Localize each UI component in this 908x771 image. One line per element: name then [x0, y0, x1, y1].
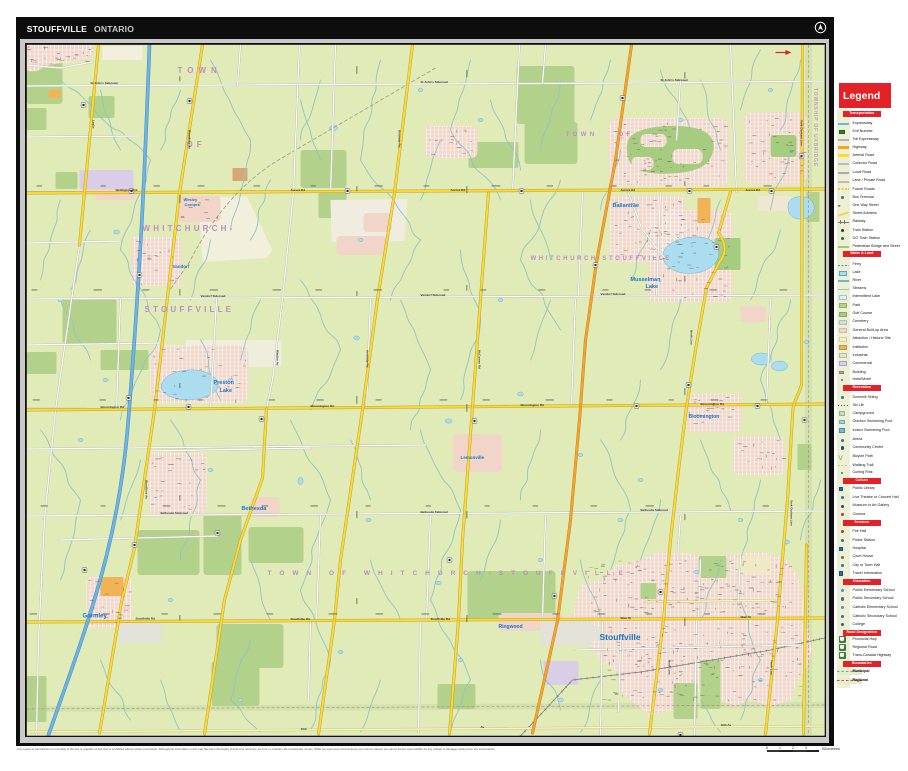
svg-text:Ninth Line: Ninth Line	[667, 660, 671, 675]
svg-text:19th: 19th	[300, 727, 306, 731]
svg-text:Aurora Rd: Aurora Rd	[745, 188, 760, 192]
svg-text:Lake: Lake	[219, 388, 232, 394]
svg-text:TOWNSHIP OF UXBRIDGE: TOWNSHIP OF UXBRIDGE	[812, 88, 818, 167]
svg-text:Leslie: Leslie	[91, 120, 95, 129]
svg-text:Stouffville Rd: Stouffville Rd	[430, 617, 450, 621]
svg-text:St John's Sideroad: St John's Sideroad	[90, 81, 117, 85]
svg-text:York-Durham Line: York-Durham Line	[789, 500, 793, 526]
svg-text:Vandorf Sideroad: Vandorf Sideroad	[420, 293, 445, 297]
svg-text:Bloomington Rd: Bloomington Rd	[100, 405, 123, 409]
svg-text:McCowan Rd: McCowan Rd	[477, 350, 481, 369]
svg-text:TOWN: TOWN	[177, 66, 221, 75]
svg-text:19th Av: 19th Av	[720, 723, 731, 727]
svg-text:Av: Av	[480, 725, 484, 729]
svg-text:Aurora Rd: Aurora Rd	[450, 188, 465, 192]
svg-text:Bethesda: Bethesda	[241, 506, 267, 512]
svg-text:Vandorf Sideroad: Vandorf Sideroad	[600, 292, 625, 296]
svg-text:Bethesda Sideroad: Bethesda Sideroad	[640, 508, 667, 512]
svg-text:Woodbine Av: Woodbine Av	[144, 480, 148, 499]
svg-text:WHITCHURCH-: WHITCHURCH-	[142, 224, 235, 233]
svg-text:Preston: Preston	[213, 380, 234, 386]
svg-text:Bloomington: Bloomington	[688, 414, 719, 420]
svg-text:Corners: Corners	[184, 202, 200, 207]
svg-text:Tenth Line: Tenth Line	[769, 660, 773, 675]
svg-text:Kennedy Rd: Kennedy Rd	[397, 130, 401, 148]
svg-text:Main St: Main St	[740, 615, 751, 619]
svg-text:Gormley: Gormley	[82, 613, 107, 619]
svg-text:TOWN OF WHITCHURCH-STOUFFVILLE: TOWN OF WHITCHURCH-STOUFFVILLE	[267, 570, 631, 577]
svg-text:TOWN: TOWN	[565, 132, 597, 138]
svg-text:Aurora Rd: Aurora Rd	[290, 188, 305, 192]
svg-text:Ninth Line: Ninth Line	[689, 330, 693, 345]
svg-text:Bloomington Rd: Bloomington Rd	[310, 404, 333, 408]
svg-text:Woodbine Av: Woodbine Av	[187, 130, 191, 149]
svg-text:Ringwood: Ringwood	[498, 624, 522, 630]
svg-text:Musselman: Musselman	[630, 277, 661, 283]
svg-text:Warden Av: Warden Av	[275, 350, 279, 366]
svg-text:Vandorf: Vandorf	[172, 264, 189, 269]
svg-text:Stouffville Rd: Stouffville Rd	[135, 616, 155, 620]
svg-text:York-Durham Line: York-Durham Line	[799, 120, 803, 146]
svg-text:WHITCHURCH-STOUFFVILLE: WHITCHURCH-STOUFFVILLE	[530, 256, 671, 262]
svg-text:St John's Sideroad: St John's Sideroad	[420, 80, 447, 84]
svg-text:OF: OF	[618, 132, 633, 138]
svg-text:St John's Sideroad: St John's Sideroad	[660, 78, 687, 82]
svg-text:Vandorf Sideroad: Vandorf Sideroad	[200, 294, 225, 298]
svg-text:Stouffville: Stouffville	[599, 632, 640, 642]
svg-text:STOUFFVILLE: STOUFFVILLE	[144, 305, 234, 314]
svg-text:Ballantrae: Ballantrae	[612, 203, 639, 209]
svg-text:Stouffville Rd: Stouffville Rd	[290, 617, 310, 621]
svg-text:Kennedy Rd: Kennedy Rd	[365, 350, 369, 368]
svg-text:Lake: Lake	[645, 284, 658, 290]
svg-text:Main St: Main St	[620, 616, 631, 620]
svg-text:Bloomington Rd: Bloomington Rd	[520, 403, 543, 407]
svg-text:Bloomington Rd: Bloomington Rd	[700, 402, 723, 406]
svg-text:Wellington St E: Wellington St E	[115, 188, 137, 192]
svg-text:Bethesda Sideroad: Bethesda Sideroad	[420, 510, 447, 514]
svg-text:Lemonville: Lemonville	[460, 455, 484, 460]
svg-text:Aurora Rd: Aurora Rd	[620, 188, 635, 192]
svg-text:Bethesda Sideroad: Bethesda Sideroad	[160, 511, 187, 515]
